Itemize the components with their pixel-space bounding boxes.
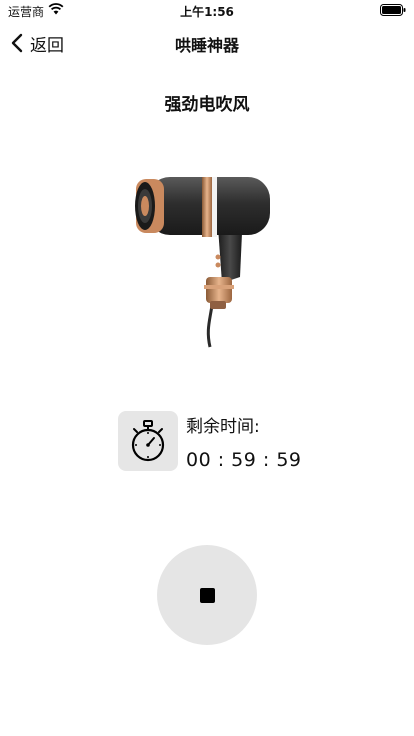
page-title: 哄睡神器 <box>174 36 239 55</box>
device-title: 强劲电吹风 <box>164 95 250 115</box>
status-time: 上午1:56 <box>180 5 234 19</box>
hairdryer-image <box>135 177 270 348</box>
status-bar: 运营商 上午1:56 <box>0 0 414 22</box>
stopwatch-icon <box>131 420 165 462</box>
stop-button[interactable] <box>157 545 257 645</box>
remaining-time-value: 00 : 59 : 59 <box>186 449 302 471</box>
stopwatch-icon-box <box>118 411 178 471</box>
remaining-time-label: 剩余时间: <box>186 417 260 437</box>
nav-bar: 返回 哄睡神器 <box>0 22 414 64</box>
app-screen: 运营商 上午1:56 返回 哄睡神器 强劲电吹风 剩余时间: 00: 59:… <box>0 0 414 736</box>
stop-icon <box>199 587 215 603</box>
battery-icon <box>380 4 406 16</box>
